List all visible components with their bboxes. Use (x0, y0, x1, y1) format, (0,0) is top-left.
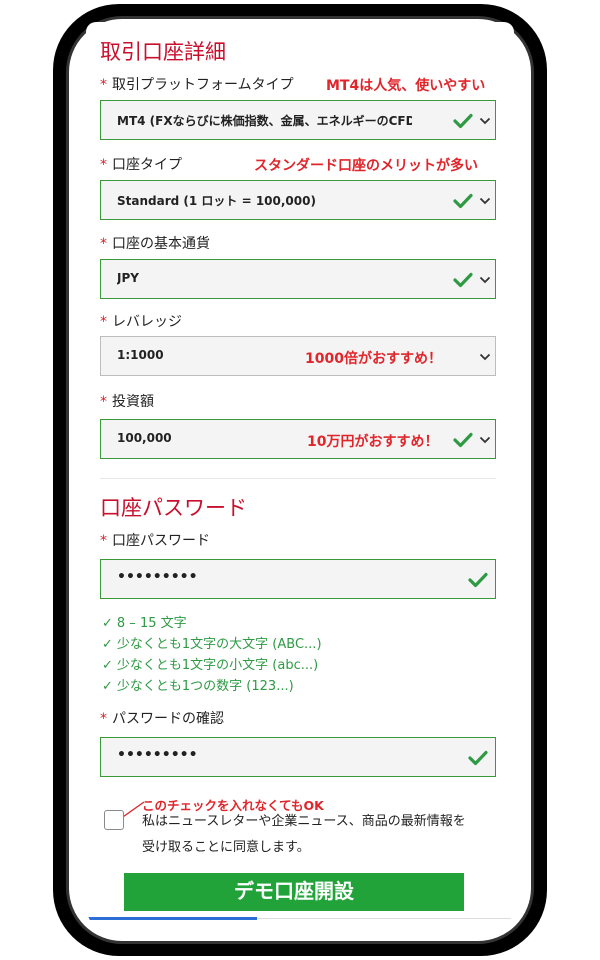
check-icon: ✓ (102, 637, 113, 652)
check-icon (453, 272, 473, 288)
check-icon (468, 572, 488, 588)
chevron-down-icon (479, 353, 491, 361)
chevron-down-icon (479, 197, 491, 205)
base-currency-select[interactable]: JPY (100, 259, 496, 299)
investment-select[interactable]: 100,000 10万円がおすすめ！ (100, 419, 496, 459)
consent-text: 私はニュースレターや企業ニュース、商品の最新情報を 受け取ることに同意します。 (142, 814, 466, 855)
investment-select-value: 100,000 (117, 431, 172, 445)
check-icon: ✓ (102, 616, 113, 631)
check-icon (453, 193, 473, 209)
progress-track (257, 918, 514, 919)
annotation-leverage: 1000倍がおすすめ！ (305, 351, 442, 367)
chevron-down-icon (479, 436, 491, 444)
leverage-select[interactable]: 1:1000 1000倍がおすすめ！ (100, 336, 496, 376)
check-icon: ✓ (102, 658, 113, 673)
field-label-base-currency: * 口座の基本通貨 (100, 236, 210, 252)
base-currency-select-value: JPY (117, 271, 139, 285)
field-label-confirm-password: * パスワードの確認 (100, 711, 224, 727)
field-label-investment: * 投資額 (100, 394, 154, 410)
consent-checkbox[interactable] (104, 810, 124, 830)
section-title-account-details: 取引口座詳細 (100, 40, 226, 64)
password-rule: ✓ 少なくとも1つの数字 (123...) (102, 679, 294, 694)
annotation-investment: 10万円がおすすめ！ (307, 434, 439, 450)
field-label-leverage: * レバレッジ (100, 314, 182, 330)
password-rules: ✓ 8 – 15 文字 ✓ 少なくとも1文字の大文字 (ABC...) ✓ 少なくとも… (102, 612, 322, 696)
platform-select-value: MT4 (FXならびに株価指数、金属、エネルギーのCFD (117, 114, 412, 128)
annotation-platform: MT4は人気、使いやすい (326, 78, 486, 94)
chevron-down-icon (479, 276, 491, 284)
form-screen: 取引口座詳細 * 取引プラットフォームタイプ MT4は人気、使いやすい MT4 (… (86, 22, 514, 940)
leverage-select-value: 1:1000 (117, 348, 164, 362)
section-title-password: 口座パスワード (100, 496, 247, 520)
password-rule: ✓ 8 – 15 文字 (102, 616, 187, 631)
platform-select[interactable]: MT4 (FXならびに株価指数、金属、エネルギーのCFD (100, 100, 496, 140)
required-mark: * (100, 77, 107, 93)
password-rule: ✓ 少なくとも1文字の大文字 (ABC...) (102, 637, 322, 652)
progress-indicator (86, 917, 257, 920)
check-icon (453, 432, 473, 448)
open-demo-account-button[interactable]: デモ口座開設 (124, 873, 464, 911)
password-input-value: ••••••••• (117, 569, 198, 585)
check-icon (453, 113, 473, 129)
field-label-platform: * 取引プラットフォームタイプ (100, 77, 294, 93)
check-icon (468, 750, 488, 766)
section-divider (100, 478, 496, 479)
confirm-password-input[interactable]: ••••••••• (100, 737, 496, 777)
account-type-select-value: Standard (1 ロット = 100,000) (117, 194, 316, 208)
confirm-password-input-value: ••••••••• (117, 747, 198, 763)
password-input[interactable]: ••••••••• (100, 559, 496, 599)
check-icon: ✓ (102, 679, 113, 694)
password-rule: ✓ 少なくとも1文字の小文字 (abc...) (102, 658, 319, 673)
chevron-down-icon (479, 117, 491, 125)
field-label-account-type: * 口座タイプ (100, 157, 182, 173)
annotation-account-type: スタンダード口座のメリットが多い (254, 158, 478, 174)
field-label-password: * 口座パスワード (100, 533, 210, 549)
account-type-select[interactable]: Standard (1 ロット = 100,000) (100, 180, 496, 220)
